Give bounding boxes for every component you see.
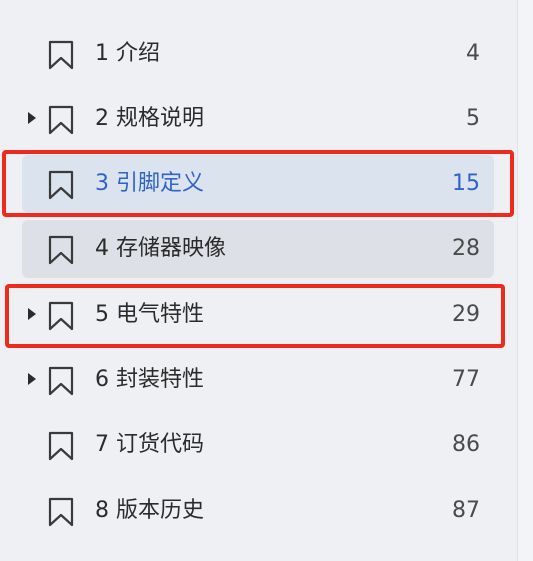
outline-item-label: 4 存储器映像: [95, 236, 226, 261]
bookmark-icon: [48, 170, 74, 200]
outline-item-1[interactable]: 1 介绍 4: [22, 25, 494, 83]
outline-item-6[interactable]: 6 封装特性 77: [22, 351, 494, 409]
outline-item-page-number: 15: [452, 171, 480, 196]
outline-item-label: 2 规格说明: [95, 106, 204, 131]
outline-item-page-number: 77: [452, 367, 480, 392]
expand-arrow-icon[interactable]: [28, 373, 36, 385]
outline-item-label: 5 电气特性: [95, 302, 204, 327]
bookmark-outline-panel: 1 介绍 4 2 规格说明 5 3 引脚定义 15 4 存储器映像 28 5 电…: [0, 0, 517, 561]
outline-item-label: 8 版本历史: [95, 498, 204, 523]
outline-item-2[interactable]: 2 规格说明 5: [22, 90, 494, 148]
bookmark-icon: [48, 366, 74, 396]
outline-item-3[interactable]: 3 引脚定义 15: [22, 155, 494, 213]
outline-item-label: 7 订货代码: [95, 432, 204, 457]
bookmark-icon: [48, 497, 74, 527]
outline-item-page-number: 29: [452, 302, 480, 327]
outline-item-page-number: 28: [452, 236, 480, 261]
outline-item-page-number: 4: [466, 41, 480, 66]
expand-arrow-icon[interactable]: [28, 308, 36, 320]
outline-item-page-number: 86: [452, 432, 480, 457]
bookmark-icon: [48, 105, 74, 135]
outline-item-label: 6 封装特性: [95, 367, 204, 392]
bookmark-icon: [48, 431, 74, 461]
outline-item-label: 3 引脚定义: [95, 171, 204, 196]
outline-item-label: 1 介绍: [95, 41, 160, 66]
outline-item-4[interactable]: 4 存储器映像 28: [22, 220, 494, 278]
bookmark-icon: [48, 301, 74, 331]
bookmark-icon: [48, 235, 74, 265]
outline-item-page-number: 87: [452, 498, 480, 523]
outline-item-5[interactable]: 5 电气特性 29: [22, 286, 494, 344]
outline-item-page-number: 5: [466, 106, 480, 131]
bookmark-icon: [48, 40, 74, 70]
outline-item-7[interactable]: 7 订货代码 86: [22, 416, 494, 474]
outline-item-8[interactable]: 8 版本历史 87: [22, 482, 494, 540]
expand-arrow-icon[interactable]: [28, 112, 36, 124]
scrollbar-track[interactable]: [517, 0, 533, 561]
